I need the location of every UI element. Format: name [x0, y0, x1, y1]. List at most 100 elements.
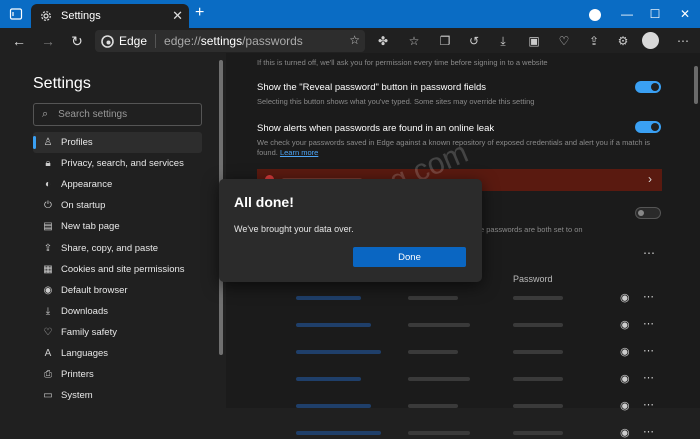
extensions-icon[interactable]: ✤ [375, 33, 391, 49]
row-more-icon[interactable]: ⋯ [643, 425, 654, 438]
favorites-icon[interactable]: ☆ [406, 33, 422, 49]
search-input[interactable]: ⌕ Search settings [33, 103, 202, 126]
printer-icon: ⎙ [44, 369, 52, 381]
system-icon: ▭ [43, 390, 53, 402]
permissions-icon: ▦ [43, 263, 53, 275]
sidebar-item[interactable]: ♙ Profiles [33, 132, 202, 153]
sidebar-item[interactable]: ♡ Family safety [33, 322, 202, 343]
row-username-blurred [408, 323, 470, 327]
sidebar-item-label: Cookies and site permissions [61, 263, 185, 275]
profile-download-icon[interactable] [589, 9, 601, 21]
new-tab-button[interactable]: + [195, 4, 204, 22]
row-more-icon[interactable]: ⋯ [643, 344, 654, 357]
forward-arrow-icon[interactable]: → [38, 31, 58, 51]
browser-essentials-icon[interactable]: ♡ [556, 33, 572, 49]
sidebar-item-label: On startup [61, 200, 106, 212]
show-password-eye-icon[interactable]: ◉ [620, 426, 630, 439]
row-more-icon[interactable]: ⋯ [643, 398, 654, 411]
dialog-title: All done! [234, 194, 294, 210]
favorite-star-icon[interactable]: ☆ [349, 33, 360, 47]
download-icon: ⤓ [45, 305, 51, 317]
refresh-icon[interactable]: ↻ [67, 31, 87, 51]
sidebar-item-label: Printers [61, 369, 94, 381]
import-complete-dialog: All done! We've brought your data over. … [219, 179, 482, 282]
sidebar-item-label: Profiles [61, 137, 93, 148]
row-more-icon[interactable]: ⋯ [643, 371, 654, 384]
row-password-blurred [513, 377, 563, 381]
tab-settings[interactable]: Settings ✕ [31, 4, 189, 28]
row-username-blurred [408, 350, 458, 354]
main-scrollbar[interactable] [692, 53, 700, 408]
sidebar-title: Settings [33, 75, 91, 92]
search-placeholder: Search settings [58, 109, 128, 120]
sidebar-item[interactable]: ▤ New tab page [33, 216, 202, 237]
screenshot-icon[interactable]: ▣ [526, 33, 542, 49]
row-more-icon[interactable]: ⋯ [643, 317, 654, 330]
sidebar-item-label: Share, copy, and paste [61, 242, 158, 254]
password-setting-toggle[interactable] [635, 207, 661, 219]
row-password-blurred [513, 404, 563, 408]
sidebar-item[interactable]: ▭ System [33, 385, 202, 406]
collections-icon[interactable]: ❐ [437, 33, 453, 49]
main-scrollbar-thumb[interactable] [694, 66, 698, 104]
downloads-icon[interactable]: ⤓ [495, 33, 511, 49]
back-arrow-icon[interactable]: ← [9, 31, 29, 51]
edge-logo-icon [101, 34, 114, 48]
url-text: edge://settings/passwords [164, 34, 303, 48]
reveal-password-description: Selecting this button shows what you've … [257, 97, 535, 106]
performance-icon[interactable]: ⚙ [615, 33, 631, 49]
sidebar-item[interactable]: ⇪ Share, copy, and paste [33, 238, 202, 259]
share-icon[interactable]: ⇪ [586, 33, 602, 49]
title-bar: Settings ✕ + — ☐ ✕ [0, 0, 700, 28]
gear-icon [39, 9, 53, 23]
show-password-eye-icon[interactable]: ◉ [620, 399, 630, 412]
close-window-button[interactable]: ✕ [670, 0, 700, 28]
sidebar-item-label: Default browser [61, 284, 128, 296]
password-column-header: Password [513, 274, 553, 284]
power-icon: ⏻ [44, 200, 52, 212]
more-menu-icon[interactable]: ⋯ [675, 33, 691, 49]
avatar[interactable] [642, 32, 659, 49]
maximize-button[interactable]: ☐ [640, 0, 670, 28]
tab-title: Settings [61, 10, 101, 22]
address-bar[interactable]: Edge edge://settings/passwords ☆ [95, 30, 365, 52]
reveal-password-setting: Show the "Reveal password" button in pas… [257, 82, 662, 107]
row-site-blurred [296, 404, 371, 408]
row-site-blurred [296, 350, 381, 354]
section-more-icon[interactable]: ⋯ [643, 246, 655, 260]
minimize-button[interactable]: — [612, 0, 642, 28]
show-password-eye-icon[interactable]: ◉ [620, 372, 630, 385]
sidebar-item[interactable]: A Languages [33, 343, 202, 364]
row-username-blurred [408, 296, 458, 300]
row-password-blurred [513, 296, 563, 300]
divider [155, 34, 157, 48]
sidebar-item[interactable]: ⎙ Printers [33, 364, 202, 385]
sidebar-item[interactable]: ⏻ On startup [33, 195, 202, 216]
share-icon: ⇪ [43, 242, 53, 254]
new-tab-icon: ▤ [43, 221, 53, 233]
show-password-eye-icon[interactable]: ◉ [620, 318, 630, 331]
show-password-eye-icon[interactable]: ◉ [620, 345, 630, 358]
close-tab-icon[interactable]: ✕ [172, 8, 183, 24]
sidebar-item[interactable]: 🔒︎ Privacy, search, and services [33, 153, 202, 174]
reveal-password-toggle[interactable] [635, 81, 661, 93]
sidebar-item[interactable]: ▦ Cookies and site permissions [33, 259, 202, 280]
sidebar-item[interactable]: ◉ Default browser [33, 280, 202, 301]
profile-icon: ♙ [43, 137, 53, 148]
sidebar-item[interactable]: ◐ Appearance [33, 174, 202, 195]
learn-more-link[interactable]: Learn more [280, 148, 318, 157]
palette-icon: ◐ [44, 179, 52, 191]
row-more-icon[interactable]: ⋯ [643, 290, 654, 303]
show-password-eye-icon[interactable]: ◉ [620, 291, 630, 304]
row-site-blurred [296, 431, 381, 435]
sidebar-item[interactable]: ⤓ Downloads [33, 301, 202, 322]
history-icon[interactable]: ↺ [466, 33, 482, 49]
brand-label: Edge [119, 34, 148, 48]
leak-alerts-toggle[interactable] [635, 121, 661, 133]
sidebar-item-label: Languages [61, 348, 109, 359]
toolbar: ← → ↻ Edge edge://settings/passwords ☆ ✤… [0, 28, 700, 53]
done-button[interactable]: Done [353, 247, 466, 267]
row-password-blurred [513, 431, 563, 435]
tab-actions-icon[interactable] [9, 7, 23, 21]
partial-description: e passwords are both set to on [480, 225, 583, 234]
